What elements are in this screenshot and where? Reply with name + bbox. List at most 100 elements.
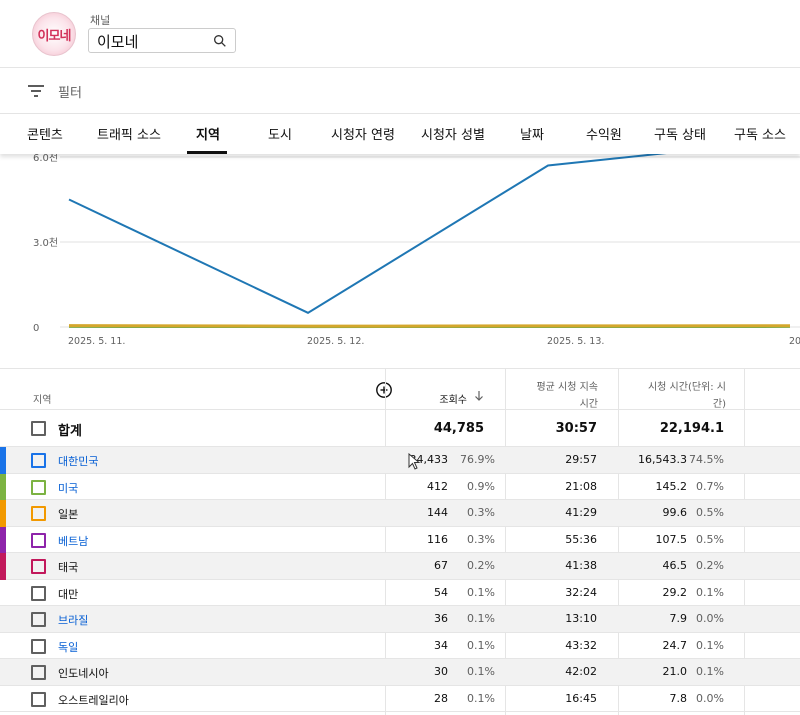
watch-time-value: 7.9 (669, 612, 688, 625)
x-tick-label: 2025. 5. 12. (307, 336, 364, 347)
header-watch-time[interactable]: 시청 시간(단위: 시 간) (618, 369, 744, 410)
avg-duration-value: 32:24 (565, 585, 597, 599)
avg-duration-value: 16:45 (565, 691, 597, 705)
row-checkbox[interactable] (31, 479, 46, 495)
total-row: 합계 44,785 30:57 22,194.1 (0, 409, 800, 447)
views-value: 412 (427, 479, 448, 493)
filter-icon[interactable] (27, 83, 45, 99)
region-name: 대만 (58, 587, 79, 601)
series-line (68, 324, 791, 328)
region-name[interactable]: 베트남 (58, 533, 88, 549)
tab-date[interactable]: 날짜 (520, 124, 544, 143)
avg-duration-value: 41:29 (565, 506, 597, 519)
region-name: 인도네시아 (58, 667, 109, 680)
channel-selector[interactable]: 이모네 (88, 28, 236, 53)
table-row[interactable]: 미국 412 0.9% 21:08 145.2 0.7% (0, 473, 800, 500)
region-name[interactable]: 대한민국 (58, 453, 98, 469)
views-value: 36 (434, 612, 448, 625)
table-row[interactable]: 독일 34 0.1% 43:32 24.7 0.1% (0, 633, 800, 659)
table-row[interactable]: 태국 67 0.2% 41:38 46.5 0.2% (0, 553, 800, 580)
row-checkbox[interactable] (31, 612, 46, 627)
views-percent: 0.1% (467, 691, 495, 705)
row-checkbox[interactable] (31, 453, 46, 468)
views-value: 144 (427, 506, 448, 519)
filter-bar[interactable]: 필터 (0, 68, 800, 114)
tab-revenue-source[interactable]: 수익원 (586, 124, 622, 143)
views-percent: 76.9% (460, 453, 495, 466)
dimension-tabs: 콘텐츠 트래픽 소스 지역 도시 시청자 연령 시청자 성별 날짜 수익원 구독… (0, 114, 800, 154)
region-name: 태국 (58, 561, 79, 574)
region-name[interactable]: 독일 (58, 639, 78, 655)
watch-time-percent: 0.1% (696, 638, 724, 652)
total-checkbox[interactable] (31, 421, 46, 436)
watch-time-value: 145.2 (655, 479, 688, 493)
x-tick-label: 2025. 5. 11. (68, 336, 125, 347)
avg-duration-value: 29:57 (565, 453, 597, 466)
total-watch-time: 22,194.1 (659, 421, 724, 436)
table-row[interactable]: 오스트레일리아 28 0.1% 16:45 7.8 0.0% (0, 686, 800, 712)
header-avg-duration-line1: 평균 시청 지속 (536, 382, 598, 393)
avg-duration-value: 41:38 (565, 559, 597, 572)
tab-city[interactable]: 도시 (268, 124, 292, 143)
logo-text: 이모네 (37, 28, 72, 44)
row-checkbox[interactable] (31, 691, 46, 707)
table-row[interactable]: 브라질 36 0.1% 13:10 7.9 0.0% (0, 606, 800, 633)
header-avg-duration[interactable]: 평균 시청 지속 시간 (505, 369, 618, 410)
tab-subscription-source[interactable]: 구독 소스 (734, 124, 786, 143)
watch-time-value: 21.0 (662, 665, 688, 678)
row-checkbox[interactable] (31, 585, 46, 601)
avg-duration-value: 55:36 (565, 532, 597, 546)
table-row[interactable]: 일본 144 0.3% 41:29 99.6 0.5% (0, 500, 800, 527)
active-tab-indicator (187, 151, 227, 154)
views-value: 67 (434, 559, 448, 572)
row-checkbox[interactable] (31, 559, 46, 574)
y-tick-label: 6.0천 (33, 154, 58, 164)
row-checkbox[interactable] (31, 506, 46, 521)
header-watch-time-line2: 간) (712, 399, 726, 410)
watch-time-value: 7.8 (669, 691, 688, 705)
line-chart: 6.0천 3.0천 0 2025. 5. 11. 2025. 5. 12. 2025. 5… (0, 154, 800, 368)
series-color-bar (0, 526, 6, 553)
table-row[interactable]: 대만 54 0.1% 32:24 29.2 0.1% (0, 580, 800, 606)
header-region: 지역 (33, 395, 52, 406)
row-checkbox[interactable] (31, 638, 46, 654)
tab-subscription-status[interactable]: 구독 상태 (654, 124, 706, 143)
row-checkbox[interactable] (31, 665, 46, 680)
header-watch-time-line1: 시청 시간(단위: 시 (647, 382, 726, 393)
series-color-bar (0, 500, 6, 527)
watch-time-percent: 0.1% (696, 665, 724, 678)
watch-time-value: 46.5 (662, 559, 688, 572)
table-row[interactable]: 대한민국 34,433 76.9% 29:57 16,543.3 74.5% (0, 447, 800, 474)
avg-duration-value: 13:10 (565, 612, 597, 625)
tab-traffic-source[interactable]: 트래픽 소스 (97, 124, 161, 143)
channel-header: 이모네 채널 이모네 (0, 0, 800, 68)
watch-time-percent: 0.5% (696, 506, 724, 519)
region-name[interactable]: 브라질 (58, 612, 88, 628)
row-checkbox[interactable] (31, 532, 46, 548)
region-name[interactable]: 미국 (58, 480, 78, 496)
sort-down-icon[interactable] (473, 390, 485, 402)
watch-time-percent: 0.0% (696, 691, 724, 705)
total-label: 합계 (58, 424, 82, 439)
mouse-cursor-icon (408, 453, 420, 470)
tab-content[interactable]: 콘텐츠 (27, 124, 63, 143)
views-percent: 0.3% (467, 506, 495, 519)
table-row[interactable]: 인도네시아 30 0.1% 42:02 21.0 0.1% (0, 659, 800, 686)
table-row[interactable]: 베트남 116 0.3% 55:36 107.5 0.5% (0, 526, 800, 553)
search-icon[interactable] (212, 33, 228, 49)
views-value: 54 (434, 585, 448, 599)
chart-svg: 6.0천 3.0천 0 2025. 5. 11. 2025. 5. 12. 2025. 5… (33, 154, 800, 347)
views-value: 34 (434, 638, 448, 652)
tab-viewer-age[interactable]: 시청자 연령 (331, 124, 395, 143)
tab-viewer-gender[interactable]: 시청자 성별 (421, 124, 485, 143)
views-value: 116 (427, 532, 448, 546)
watch-time-value: 99.6 (662, 506, 688, 519)
header-views[interactable]: 조회수 (385, 369, 505, 409)
views-percent: 0.1% (467, 612, 495, 625)
channel-name: 이모네 (97, 33, 139, 51)
watch-time-percent: 0.5% (696, 532, 724, 546)
tab-geography[interactable]: 지역 (196, 124, 220, 143)
y-tick-label: 0 (33, 323, 39, 334)
channel-avatar[interactable]: 이모네 (32, 12, 76, 56)
filter-label[interactable]: 필터 (58, 82, 82, 101)
